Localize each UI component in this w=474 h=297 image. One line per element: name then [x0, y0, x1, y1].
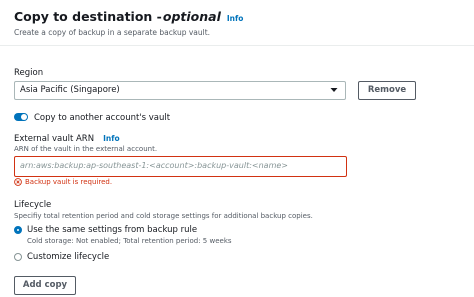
section-title: Copy to destination -: [14, 9, 162, 24]
region-label: Region: [14, 68, 44, 78]
customize-lifecycle-label: Customize lifecycle: [27, 252, 110, 262]
external-vault-description: ARN of the vault in the external account…: [14, 145, 158, 153]
add-copy-button[interactable]: Add copy: [14, 276, 76, 295]
title-row: Copy to destination - optional Info: [14, 9, 243, 24]
external-vault-arn-placeholder: arn:aws:backup:ap-southeast-1:<account>:…: [20, 161, 289, 170]
radio-use-same-settings[interactable]: [14, 226, 22, 234]
external-vault-arn-input[interactable]: arn:aws:backup:ap-southeast-1:<account>:…: [14, 156, 347, 177]
copy-toggle-label: Copy to another account's vault: [34, 113, 171, 123]
copy-to-another-account-toggle[interactable]: [14, 113, 28, 121]
region-selected-value: Asia Pacific (Singapore): [20, 85, 120, 95]
use-same-settings-detail: Cold storage: Not enabled; Total retenti…: [27, 237, 232, 245]
lifecycle-label: Lifecycle: [14, 200, 52, 210]
section-info-link[interactable]: Info: [227, 14, 244, 23]
error-message: Backup vault is required.: [25, 178, 113, 186]
external-vault-info-link[interactable]: Info: [103, 134, 120, 143]
section-header: Copy to destination - optional Info Crea…: [0, 0, 474, 46]
remove-button[interactable]: Remove: [358, 81, 416, 100]
error-circle-icon: [14, 178, 22, 186]
caret-down-icon: [330, 88, 338, 92]
section-title-optional: optional: [162, 9, 221, 24]
section-description: Create a copy of backup in a separate ba…: [14, 28, 211, 37]
external-vault-label-row: External vault ARN Info: [14, 134, 120, 144]
lifecycle-description: Specifiy total retention period and cold…: [14, 212, 313, 220]
external-vault-error: Backup vault is required.: [14, 178, 112, 186]
external-vault-label: External vault ARN: [14, 134, 95, 144]
region-select[interactable]: Asia Pacific (Singapore): [14, 81, 346, 100]
use-same-settings-label: Use the same settings from backup rule: [27, 225, 198, 235]
radio-customize-lifecycle[interactable]: [14, 253, 22, 261]
toggle-knob: [21, 114, 27, 120]
